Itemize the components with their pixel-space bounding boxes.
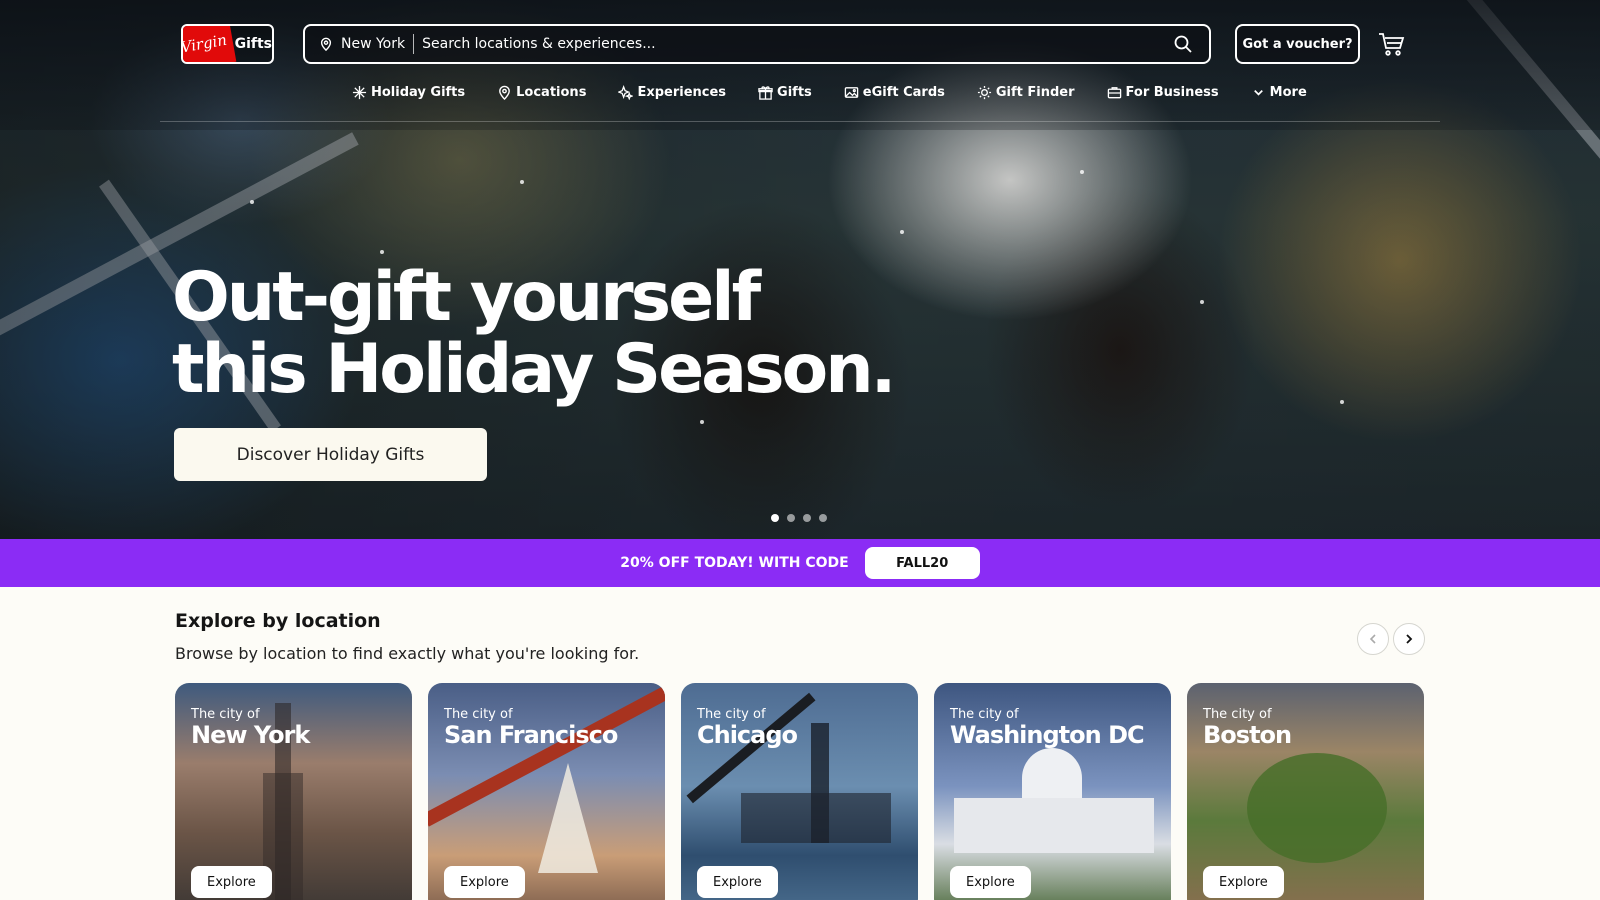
nav-item-gift-finder[interactable]: Gift Finder <box>977 85 1075 100</box>
search-bar[interactable]: New York <box>303 24 1211 64</box>
carousel-dots <box>771 514 827 522</box>
nav-item-holiday-gifts[interactable]: Holiday Gifts <box>352 85 465 100</box>
promo-code[interactable]: FALL20 <box>864 547 980 579</box>
skyline-image <box>741 793 891 843</box>
carousel-dot[interactable] <box>819 514 827 522</box>
carousel-next-button[interactable] <box>1393 623 1425 655</box>
header-backdrop <box>0 0 1600 130</box>
park-image <box>1247 753 1387 863</box>
location-card-washington-dc[interactable]: The city of Washington DC Explore <box>934 683 1171 900</box>
card-city: Boston <box>1203 721 1292 749</box>
snowflake <box>250 200 254 204</box>
capitol-building-image <box>954 798 1154 853</box>
nav-item-gifts[interactable]: Gifts <box>758 85 812 100</box>
card-prefix: The city of <box>697 707 766 722</box>
card-city: Chicago <box>697 721 798 749</box>
logo-label: Gifts <box>234 36 272 52</box>
capitol-dome-image <box>1022 748 1082 798</box>
explore-button[interactable]: Explore <box>191 866 272 898</box>
nav-item-label: Experiences <box>637 84 727 100</box>
sailboat-image <box>538 763 598 873</box>
snowflake <box>900 230 904 234</box>
voucher-button[interactable]: Got a voucher? <box>1235 24 1360 64</box>
snowflake <box>1080 170 1084 174</box>
virgin-logo-mark: Virgin <box>183 26 236 62</box>
chevron-right-icon <box>1406 634 1413 644</box>
card-image-icon <box>844 86 859 98</box>
search-input[interactable] <box>422 36 1173 52</box>
nav-item-label: Gifts <box>777 84 812 100</box>
location-card-chicago[interactable]: The city of Chicago Explore <box>681 683 918 900</box>
nav-item-experiences[interactable]: Experiences <box>618 85 726 100</box>
chevron-left-icon <box>1369 634 1376 644</box>
explore-button[interactable]: Explore <box>1203 866 1284 898</box>
search-location[interactable]: New York <box>341 34 415 54</box>
snowflake <box>1340 400 1344 404</box>
snowflake-icon <box>352 85 367 99</box>
nav-item-label: Gift Finder <box>995 84 1075 100</box>
section-subtitle: Browse by location to find exactly what … <box>175 644 640 663</box>
card-city: San Francisco <box>444 721 618 749</box>
main-nav: Holiday Gifts Locations Experiences Gift… <box>352 80 1339 104</box>
card-city: New York <box>191 721 310 749</box>
nav-item-more[interactable]: More <box>1251 85 1307 100</box>
promo-banner: 20% OFF TODAY! WITH CODE FALL20 <box>0 539 1600 587</box>
card-prefix: The city of <box>950 707 1019 722</box>
nav-item-for-business[interactable]: For Business <box>1107 85 1219 100</box>
nav-item-label: Holiday Gifts <box>371 84 466 100</box>
briefcase-icon <box>1107 86 1121 98</box>
chevron-down-icon <box>1253 89 1263 96</box>
nav-divider <box>160 121 1440 122</box>
hero-headline: Out-gift yourself this Holiday Season. <box>172 258 897 409</box>
nav-item-label: More <box>1269 84 1307 100</box>
nav-item-locations[interactable]: Locations <box>497 85 586 100</box>
location-pin-icon <box>499 85 511 100</box>
card-prefix: The city of <box>191 707 260 722</box>
card-prefix: The city of <box>444 707 513 722</box>
explore-button[interactable]: Explore <box>444 866 525 898</box>
location-card-boston[interactable]: The city of Boston Explore <box>1187 683 1424 900</box>
location-card-san-francisco[interactable]: The city of San Francisco Explore <box>428 683 665 900</box>
location-card-new-york[interactable]: The city of New York Explore <box>175 683 412 900</box>
sparkle-icon <box>618 84 634 100</box>
nav-item-label: eGift Cards <box>862 84 945 100</box>
snowflake <box>380 250 384 254</box>
nav-item-egift-cards[interactable]: eGift Cards <box>844 85 945 100</box>
carousel-dot[interactable] <box>787 514 795 522</box>
discover-holiday-gifts-button[interactable]: Discover Holiday Gifts <box>174 428 487 481</box>
explore-button[interactable]: Explore <box>697 866 778 898</box>
location-pin-icon <box>320 37 332 51</box>
gift-icon <box>758 85 773 100</box>
headline-line-2: this Holiday Season. <box>172 330 897 409</box>
carousel-dot[interactable] <box>771 514 779 522</box>
headline-line-1: Out-gift yourself <box>172 258 761 337</box>
search-icon[interactable] <box>1173 34 1193 54</box>
cart-icon[interactable] <box>1377 30 1405 58</box>
snowflake <box>1200 300 1204 304</box>
explore-button[interactable]: Explore <box>950 866 1031 898</box>
site-logo[interactable]: Virgin Gifts <box>181 24 274 64</box>
nav-item-label: Locations <box>516 84 587 100</box>
section-title: Explore by location <box>175 610 381 632</box>
promo-text: 20% OFF TODAY! WITH CODE <box>620 555 849 571</box>
snowflake <box>700 420 704 424</box>
carousel-prev-button[interactable] <box>1357 623 1389 655</box>
card-prefix: The city of <box>1203 707 1272 722</box>
carousel-dot[interactable] <box>803 514 811 522</box>
nav-item-label: For Business <box>1125 84 1219 100</box>
card-city: Washington DC <box>950 721 1145 749</box>
sun-icon <box>977 85 991 99</box>
snowflake <box>520 180 524 184</box>
location-cards: The city of New York Explore The city of… <box>175 683 1424 900</box>
